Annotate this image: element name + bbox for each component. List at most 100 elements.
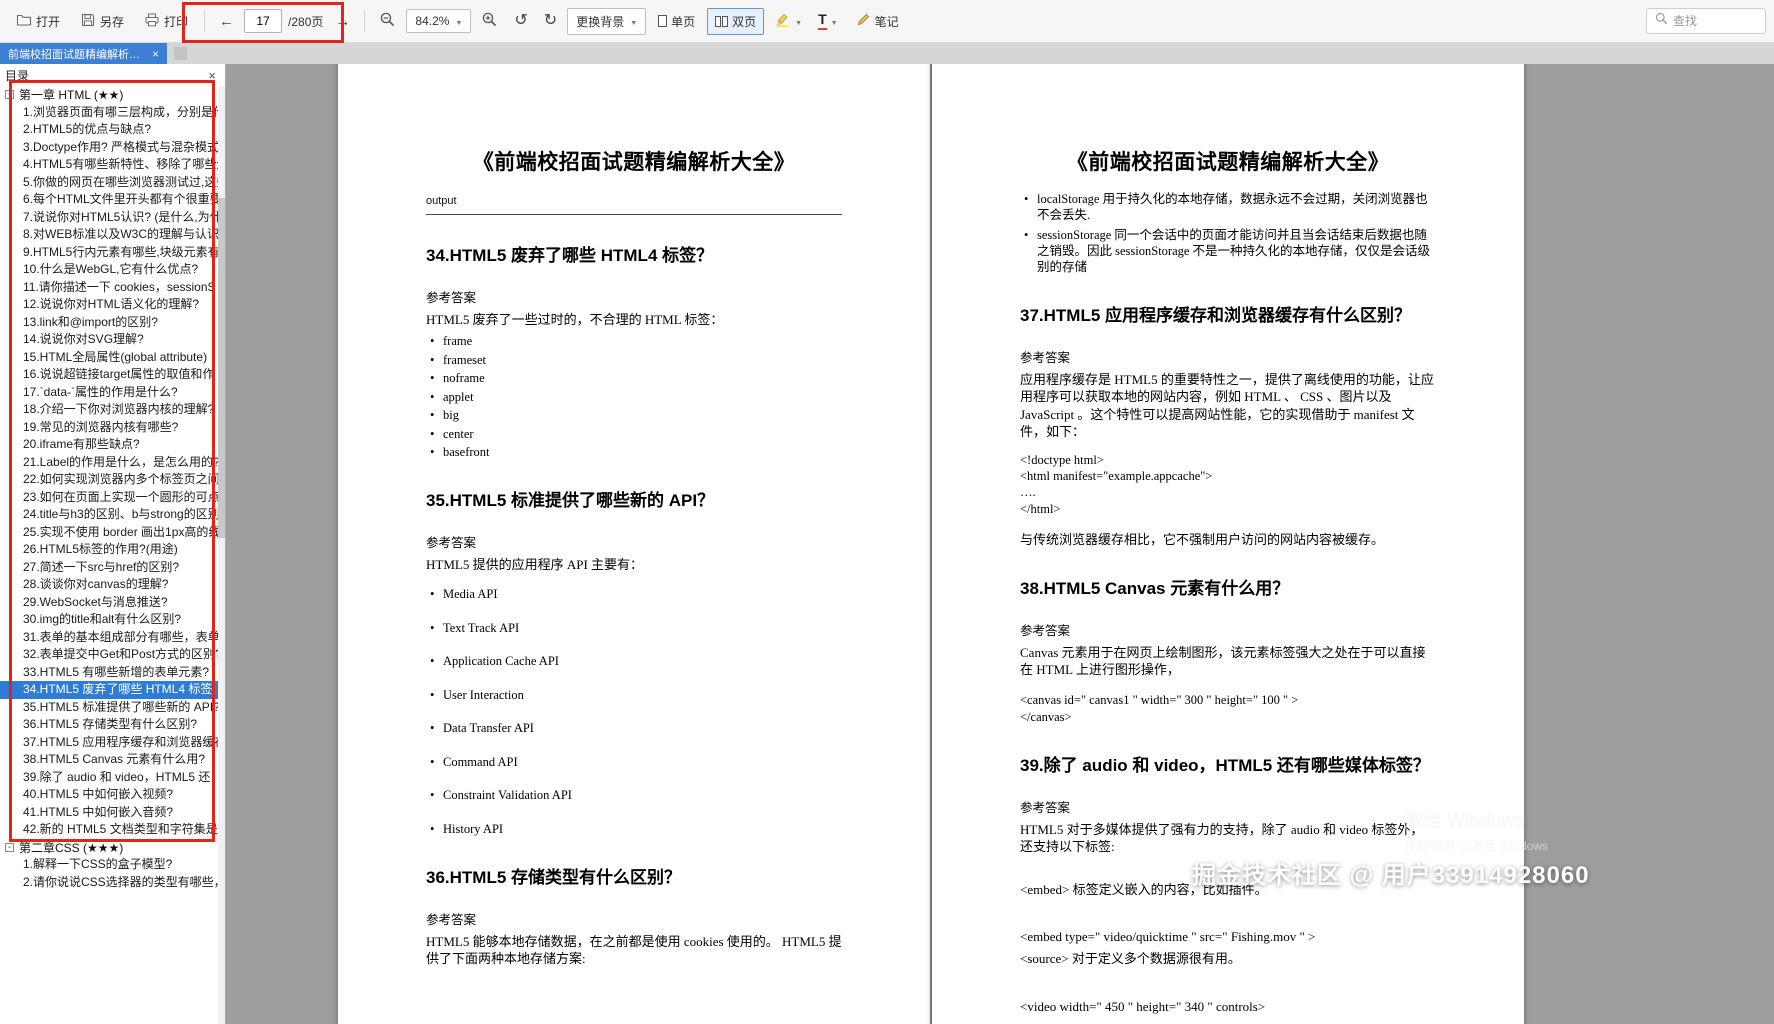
print-button[interactable]: 打印 — [136, 7, 196, 36]
toc-item[interactable]: 35.HTML5 标准提供了哪些新的 API? — [0, 699, 225, 717]
toc-item[interactable]: 1.浏览器页面有哪三层构成，分别是什 — [0, 104, 225, 122]
list-item: Data Transfer API — [426, 721, 842, 736]
open-label: 打开 — [36, 13, 60, 30]
toc-item[interactable]: 4.HTML5有哪些新特性、移除了哪些元 — [0, 156, 225, 174]
zoom-out-button[interactable] — [373, 6, 402, 36]
toc-item[interactable]: 42.新的 HTML5 文档类型和字符集是 — [0, 821, 225, 839]
search-box[interactable] — [1646, 8, 1766, 34]
list-item: History API — [426, 822, 842, 837]
save-as-label: 另存 — [100, 13, 124, 30]
toc-chapter-row[interactable]: 第二章CSS (★★★) — [0, 839, 225, 857]
list-item: Application Cache API — [426, 654, 842, 669]
toc-item-label: 11.请你描述一下 cookies，sessionS — [23, 280, 216, 294]
chevron-down-icon — [630, 14, 637, 28]
page-number-input[interactable] — [244, 9, 282, 33]
toc-item[interactable]: 29.WebSocket与消息推送? — [0, 594, 225, 612]
single-page-button[interactable]: 单页 — [650, 8, 703, 35]
toc-item[interactable]: 39.除了 audio 和 video，HTML5 还 — [0, 769, 225, 787]
document-tab[interactable]: 前端校招面试题精编解析大全无... — [0, 43, 167, 64]
toc-item[interactable]: 19.常见的浏览器内核有哪些? — [0, 419, 225, 437]
toc-chapter-label: 第二章CSS (★★★) — [19, 839, 123, 856]
toc-close-icon[interactable] — [208, 68, 216, 83]
code-line: …. — [1020, 484, 1436, 500]
open-button[interactable]: 打开 — [8, 7, 68, 36]
question-heading: 35.HTML5 标准提供了哪些新的 API？ — [426, 486, 842, 511]
document-view[interactable]: 《前端校招面试题精编解析大全》 output 34.HTML5 废弃了哪些 HT… — [226, 64, 1774, 1024]
single-page-icon — [658, 15, 667, 27]
toc-scrollbar-thumb[interactable] — [218, 198, 225, 538]
workspace: 目录 第一章 HTML (★★) 1.浏览器页面有哪三层构成，分别是什 — [0, 64, 1774, 1024]
toc-item[interactable]: 2.请你说说CSS选择器的类型有哪些， — [0, 874, 225, 892]
next-page-button[interactable] — [329, 9, 356, 34]
toc-scrollbar[interactable] — [218, 86, 225, 1024]
tab-close-icon[interactable] — [152, 48, 159, 60]
toc-item-label: 2.请你说说CSS选择器的类型有哪些， — [23, 875, 225, 889]
page-title: 《前端校招面试题精编解析大全》 — [1020, 146, 1436, 176]
toc-item[interactable]: 27.简述一下src与href的区别? — [0, 559, 225, 577]
toc-item[interactable]: 12.说说你对HTML语义化的理解? — [0, 296, 225, 314]
double-page-button[interactable]: 双页 — [707, 8, 764, 35]
toc-item-label: 20.iframe有那些缺点? — [23, 437, 140, 451]
change-background-select[interactable]: 更换背景 — [567, 8, 646, 35]
list-item: Command API — [426, 755, 842, 770]
save-as-button[interactable]: 另存 — [72, 7, 132, 36]
new-tab-button[interactable] — [174, 47, 187, 60]
zoom-in-button[interactable] — [475, 6, 504, 36]
toc-item[interactable]: 5.你做的网页在哪些浏览器测试过,这些 — [0, 174, 225, 192]
toc-item[interactable]: 1.解释一下CSS的盒子模型? — [0, 856, 225, 874]
answer-label: 参考答案 — [1020, 347, 1436, 366]
toc-item[interactable]: 15.HTML全局属性(global attribute) — [0, 349, 225, 367]
code-line: <embed type=" video/quicktime " src=" Fi… — [1020, 928, 1436, 945]
rotate-left-button[interactable] — [508, 8, 533, 34]
toc-item-label: 34.HTML5 废弃了哪些 HTML4 标签 — [23, 682, 212, 696]
toc-item[interactable]: 18.介绍一下你对浏览器内核的理解? — [0, 401, 225, 419]
list-item: localStorage 用于持久化的本地存储，数据永远不会过期，关闭浏览器也不… — [1020, 191, 1436, 224]
collapse-expander-icon[interactable] — [5, 843, 14, 852]
toc-item[interactable]: 33.HTML5 有哪些新增的表单元素? — [0, 664, 225, 682]
toc-item[interactable]: 20.iframe有那些缺点? — [0, 436, 225, 454]
toc-item[interactable]: 6.每个HTML文件里开头都有个很重要 — [0, 191, 225, 209]
toc-item[interactable]: 3.Doctype作用? 严格模式与混杂模式 — [0, 139, 225, 157]
toc-item[interactable]: 25.实现不使用 border 画出1px高的线 — [0, 524, 225, 542]
toc-item[interactable]: 26.HTML5标签的作用?(用途) — [0, 541, 225, 559]
toc-item[interactable]: 17.`data-`属性的作用是什么? — [0, 384, 225, 402]
toc-item[interactable]: 13.link和@import的区别? — [0, 314, 225, 332]
toc-item[interactable]: 24.title与h3的区别、b与strong的区别 — [0, 506, 225, 524]
toc-item-label: 9.HTML5行内元素有哪些,块级元素有 — [23, 245, 220, 259]
note-button[interactable]: 笔记 — [848, 7, 907, 35]
toc-item[interactable]: 34.HTML5 废弃了哪些 HTML4 标签 — [0, 681, 225, 699]
text-annotation-button[interactable]: T — [812, 7, 844, 34]
toc-item[interactable]: 31.表单的基本组成部分有哪些，表单 — [0, 629, 225, 647]
zoom-level-select[interactable]: 84.2% — [406, 9, 471, 33]
toc-chapter-row[interactable]: 第一章 HTML (★★) — [0, 86, 225, 104]
toc-item[interactable]: 16.说说超链接target属性的取值和作 — [0, 366, 225, 384]
search-input[interactable] — [1673, 14, 1757, 28]
toc-item[interactable]: 40.HTML5 中如何嵌入视频? — [0, 786, 225, 804]
toc-item[interactable]: 10.什么是WebGL,它有什么优点? — [0, 261, 225, 279]
toc-item[interactable]: 14.说说你对SVG理解? — [0, 331, 225, 349]
toc-item-label: 30.img的title和alt有什么区别? — [23, 612, 181, 626]
toc-item-label: 1.解释一下CSS的盒子模型? — [23, 857, 172, 871]
toc-item[interactable]: 11.请你描述一下 cookies，sessionS — [0, 279, 225, 297]
prev-page-button[interactable] — [213, 9, 240, 34]
api-list: Media APIText Track APIApplication Cache… — [426, 587, 842, 837]
toc-item-label: 40.HTML5 中如何嵌入视频? — [23, 787, 173, 801]
toc-item[interactable]: 41.HTML5 中如何嵌入音频? — [0, 804, 225, 822]
answer-text: <source> 对于定义多个数据源很有用。 — [1020, 950, 1436, 967]
toc-item[interactable]: 8.对WEB标准以及W3C的理解与认识? — [0, 226, 225, 244]
toc-item[interactable]: 30.img的title和alt有什么区别? — [0, 611, 225, 629]
toc-item[interactable]: 2.HTML5的优点与缺点? — [0, 121, 225, 139]
toc-item[interactable]: 9.HTML5行内元素有哪些,块级元素有 — [0, 244, 225, 262]
toc-item[interactable]: 28.谈谈你对canvas的理解? — [0, 576, 225, 594]
toc-item[interactable]: 37.HTML5 应用程序缓存和浏览器缓存 — [0, 734, 225, 752]
toc-item[interactable]: 22.如何实现浏览器内多个标签页之间 — [0, 471, 225, 489]
rotate-right-button[interactable] — [538, 8, 563, 34]
toc-item[interactable]: 32.表单提交中Get和Post方式的区别? — [0, 646, 225, 664]
highlighter-button[interactable] — [768, 6, 808, 36]
collapse-expander-icon[interactable] — [5, 90, 14, 99]
toc-item[interactable]: 21.Label的作用是什么，是怎么用的? — [0, 454, 225, 472]
toc-item[interactable]: 23.如何在页面上实现一个圆形的可点 — [0, 489, 225, 507]
toc-item[interactable]: 7.说说你对HTML5认识? (是什么,为什 — [0, 209, 225, 227]
toc-item[interactable]: 38.HTML5 Canvas 元素有什么用? — [0, 751, 225, 769]
toc-item[interactable]: 36.HTML5 存储类型有什么区别? — [0, 716, 225, 734]
